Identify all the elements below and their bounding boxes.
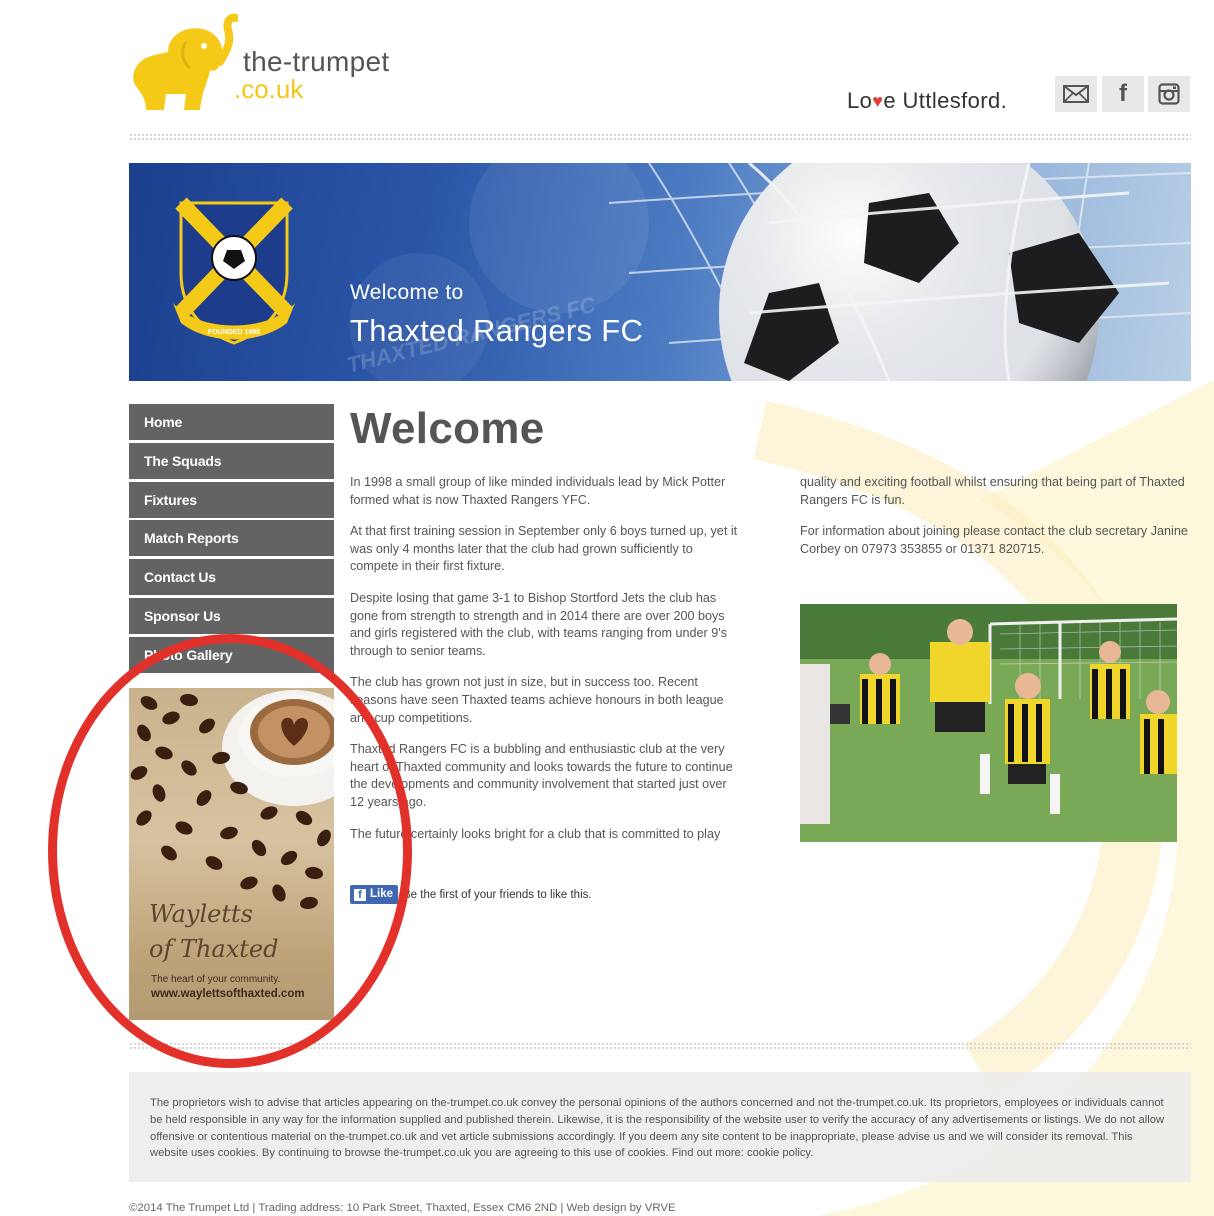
banner-title: Thaxted Rangers FC: [350, 313, 644, 348]
coffee-beans-image: [130, 690, 334, 910]
facebook-like-button[interactable]: f Like: [350, 885, 399, 904]
site-logo[interactable]: the-trumpet .co.uk: [128, 12, 418, 112]
article-paragraph: In 1998 a small group of like minded ind…: [350, 475, 726, 507]
envelope-icon: [1063, 85, 1089, 103]
advert-url: www.waylettsofthaxted.com: [151, 988, 305, 1000]
sponsor-advert[interactable]: Wayletts of Thaxted The heart of your co…: [129, 688, 334, 1020]
team-photo: [800, 604, 1177, 842]
article-paragraph: The future certainly looks bright for a …: [350, 826, 721, 841]
footer-disclaimer: The proprietors wish to advise that arti…: [129, 1072, 1191, 1182]
footer-divider: [129, 1042, 1191, 1050]
article-paragraph: Despite losing that game 3-1 to Bishop S…: [350, 590, 727, 658]
tagline-end: e Uttlesford.: [883, 88, 1008, 113]
article-paragraph: The club has grown not just in size, but…: [350, 675, 724, 725]
nav-item-sponsor-us[interactable]: Sponsor Us: [129, 597, 334, 634]
nav-item-the-squads[interactable]: The Squads: [129, 442, 334, 479]
nav-item-fixtures[interactable]: Fixtures: [129, 481, 334, 518]
instagram-icon: [1158, 83, 1180, 105]
logo-domain-text: .co.uk: [234, 74, 304, 104]
hero-banner: FOUNDED 1998 THAXTED RANGERS FC Welcome …: [129, 163, 1191, 381]
facebook-like-text: Be the first of your friends to like thi…: [403, 888, 592, 901]
article-paragraph: quality and exciting football whilst ens…: [800, 475, 1185, 507]
mail-button[interactable]: [1055, 76, 1097, 112]
banner-welcome-text: Welcome to: [350, 281, 464, 304]
footer-copyright: ©2014 The Trumpet Ltd | Trading address:…: [129, 1202, 676, 1214]
heart-icon: ♥: [872, 91, 884, 111]
article-column-1: In 1998 a small group of like minded ind…: [350, 474, 742, 857]
advert-name-line-1: Wayletts: [149, 900, 253, 928]
advert-tagline: The heart of your community.: [151, 974, 281, 985]
header-divider: [129, 133, 1191, 141]
page-title: Welcome: [350, 404, 545, 453]
nav-item-home[interactable]: Home: [129, 404, 334, 440]
crest-founded-text: FOUNDED 1998: [208, 329, 260, 336]
nav-item-photo-gallery[interactable]: Photo Gallery: [129, 636, 334, 673]
nav-item-match-reports[interactable]: Match Reports: [129, 520, 334, 557]
nav-item-contact-us[interactable]: Contact Us: [129, 559, 334, 596]
article-column-2: quality and exciting football whilst ens…: [800, 474, 1192, 572]
article-paragraph: For information about joining please con…: [800, 524, 1188, 556]
instagram-button[interactable]: [1148, 76, 1190, 112]
facebook-icon: f: [354, 888, 366, 901]
facebook-button[interactable]: f: [1102, 76, 1144, 112]
tagline: Lo♥e Uttlesford.: [847, 88, 1007, 114]
like-label: Like: [370, 888, 394, 900]
elephant-logo-icon: [133, 13, 238, 110]
sidebar-nav: Home The Squads Fixtures Match Reports C…: [129, 404, 334, 676]
article-paragraph: At that first training session in Septem…: [350, 524, 738, 574]
team-photo-image: [800, 604, 1177, 842]
tagline-start: Lo: [847, 88, 873, 113]
facebook-like-widget: f Like Be the first of your friends to l…: [350, 885, 592, 904]
banner-artwork: FOUNDED 1998 THAXTED RANGERS FC: [173, 163, 1191, 381]
advert-name-line-2: of Thaxted: [149, 935, 279, 963]
article-paragraph: Thaxted Rangers FC is a bubbling and ent…: [350, 742, 733, 809]
facebook-icon: f: [1119, 80, 1127, 107]
